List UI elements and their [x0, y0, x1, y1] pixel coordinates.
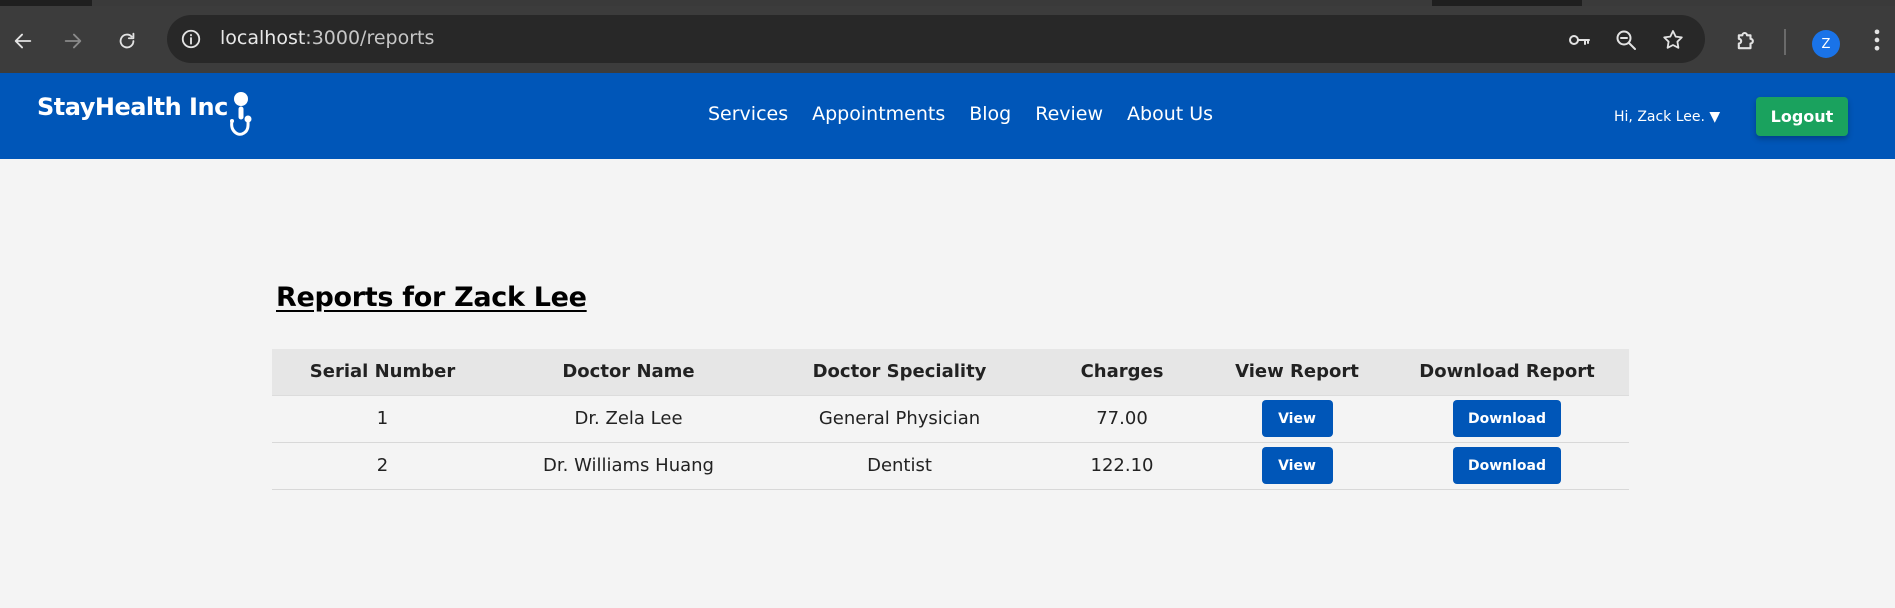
page-title: Reports for Zack Lee	[276, 282, 587, 313]
brand-logo-text[interactable]: StayHealth Inc	[37, 93, 228, 121]
download-report-button[interactable]: Download	[1453, 400, 1561, 437]
address-bar[interactable]: localhost:3000/reports	[167, 15, 1705, 63]
nav-link-review[interactable]: Review	[1035, 103, 1103, 125]
column-header-doctor-speciality: Doctor Speciality	[764, 349, 1035, 396]
column-header-download-report: Download Report	[1385, 349, 1629, 396]
bookmark-star-icon[interactable]	[1661, 28, 1685, 52]
cell-view: View	[1209, 395, 1385, 443]
toolbar-divider	[1784, 29, 1786, 55]
cell-charges: 122.10	[1035, 442, 1209, 490]
main-nav: Services Appointments Blog Review About …	[708, 103, 1237, 125]
cell-serial: 2	[272, 442, 493, 490]
reload-icon[interactable]	[112, 26, 142, 56]
stethoscope-logo-icon	[224, 91, 256, 141]
browser-toolbar: localhost:3000/reports Z	[0, 6, 1895, 73]
column-header-view-report: View Report	[1209, 349, 1385, 396]
url-path: :3000/reports	[305, 27, 435, 49]
cell-doctor-name: Dr. Williams Huang	[493, 442, 764, 490]
table-header-row: Serial Number Doctor Name Doctor Special…	[272, 349, 1629, 396]
cell-charges: 77.00	[1035, 395, 1209, 443]
nav-link-about-us[interactable]: About Us	[1127, 103, 1213, 125]
cell-download: Download	[1385, 395, 1629, 443]
cell-doctor-name: Dr. Zela Lee	[493, 395, 764, 443]
site-info-icon[interactable]	[180, 28, 202, 50]
download-report-button[interactable]: Download	[1453, 447, 1561, 484]
forward-arrow-icon[interactable]	[58, 26, 88, 56]
password-key-icon[interactable]	[1567, 28, 1591, 52]
cell-view: View	[1209, 442, 1385, 490]
profile-avatar[interactable]: Z	[1812, 30, 1840, 58]
logout-button[interactable]: Logout	[1756, 97, 1848, 136]
user-dropdown[interactable]: Hi, Zack Lee. ▼	[1614, 109, 1720, 125]
nav-link-blog[interactable]: Blog	[969, 103, 1011, 125]
nav-link-services[interactable]: Services	[708, 103, 788, 125]
column-header-serial-number: Serial Number	[272, 349, 493, 396]
cell-serial: 1	[272, 395, 493, 443]
table-row: 2 Dr. Williams Huang Dentist 122.10 View…	[272, 442, 1629, 490]
site-header: StayHealth Inc Services Appointments Blo…	[0, 73, 1895, 159]
nav-link-appointments[interactable]: Appointments	[812, 103, 945, 125]
kebab-menu-icon[interactable]	[1863, 26, 1891, 54]
view-report-button[interactable]: View	[1261, 400, 1333, 437]
table-row: 1 Dr. Zela Lee General Physician 77.00 V…	[272, 395, 1629, 443]
back-arrow-icon[interactable]	[8, 26, 38, 56]
column-header-doctor-name: Doctor Name	[493, 349, 764, 396]
url-host: localhost	[220, 27, 306, 49]
cell-speciality: Dentist	[764, 442, 1035, 490]
extensions-puzzle-icon[interactable]	[1733, 26, 1761, 54]
cell-speciality: General Physician	[764, 395, 1035, 443]
cell-download: Download	[1385, 442, 1629, 490]
reports-table: Serial Number Doctor Name Doctor Special…	[272, 349, 1629, 490]
column-header-charges: Charges	[1035, 349, 1209, 396]
url-text: localhost:3000/reports	[220, 27, 434, 49]
view-report-button[interactable]: View	[1261, 447, 1333, 484]
zoom-icon[interactable]	[1614, 28, 1638, 52]
